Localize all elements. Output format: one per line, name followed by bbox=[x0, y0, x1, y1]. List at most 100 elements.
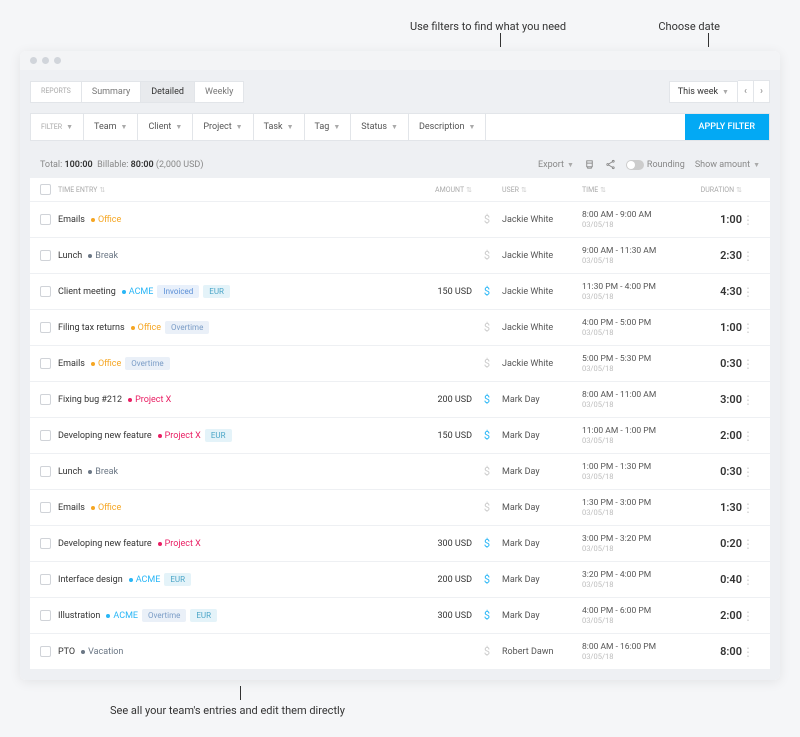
date-next-button[interactable]: › bbox=[754, 80, 770, 103]
duration-cell: 1:00 bbox=[682, 321, 742, 334]
billable-icon[interactable]: $ bbox=[484, 501, 490, 514]
billable-icon[interactable]: $ bbox=[484, 609, 490, 622]
filter-bar: FILTER▼ Team▼Client▼Project▼Task▼Tag▼Sta… bbox=[30, 113, 770, 141]
billable-icon[interactable]: $ bbox=[484, 393, 490, 406]
filter-status[interactable]: Status▼ bbox=[351, 114, 409, 140]
summary-bar: Total: 100:00 Billable: 80:00 (2,000 USD… bbox=[30, 151, 770, 178]
row-more-icon[interactable]: ⋮ bbox=[742, 249, 760, 263]
filter-description[interactable]: Description▼ bbox=[409, 114, 487, 140]
row-more-icon[interactable]: ⋮ bbox=[742, 573, 760, 587]
row-checkbox[interactable] bbox=[40, 646, 51, 657]
duration-cell: 4:30 bbox=[682, 285, 742, 298]
user-cell: Mark Day bbox=[502, 431, 582, 441]
filter-label[interactable]: FILTER▼ bbox=[31, 114, 84, 140]
row-more-icon[interactable]: ⋮ bbox=[742, 465, 760, 479]
select-all-checkbox[interactable] bbox=[40, 184, 51, 195]
tab-summary[interactable]: Summary bbox=[82, 82, 141, 102]
row-checkbox[interactable] bbox=[40, 322, 51, 333]
filter-client[interactable]: Client▼ bbox=[138, 114, 193, 140]
row-checkbox[interactable] bbox=[40, 394, 51, 405]
table-row[interactable]: IllustrationACMEOvertimeEUR300 USD$Mark … bbox=[30, 598, 770, 634]
show-amount-button[interactable]: Show amount▼ bbox=[695, 160, 760, 170]
project-tag: ACME bbox=[106, 611, 138, 621]
billable-icon[interactable]: $ bbox=[484, 285, 490, 298]
project-tag: ACME bbox=[129, 575, 161, 585]
table-row[interactable]: LunchBreak$Jackie White9:00 AM - 11:30 A… bbox=[30, 238, 770, 274]
filter-task[interactable]: Task▼ bbox=[254, 114, 305, 140]
filter-project[interactable]: Project▼ bbox=[193, 114, 253, 140]
rounding-toggle[interactable]: Rounding bbox=[626, 160, 685, 170]
billable-icon[interactable]: $ bbox=[484, 213, 490, 226]
time-range: 1:00 PM - 1:30 PM bbox=[582, 462, 682, 472]
entry-date: 03/05/18 bbox=[582, 256, 682, 265]
row-more-icon[interactable]: ⋮ bbox=[742, 357, 760, 371]
billable-icon[interactable]: $ bbox=[484, 429, 490, 442]
date-range-button[interactable]: This week▼ bbox=[669, 81, 738, 103]
row-checkbox[interactable] bbox=[40, 358, 51, 369]
row-checkbox[interactable] bbox=[40, 610, 51, 621]
duration-cell: 1:30 bbox=[682, 501, 742, 514]
row-checkbox[interactable] bbox=[40, 538, 51, 549]
project-tag: Project X bbox=[158, 539, 201, 549]
share-icon[interactable] bbox=[605, 159, 616, 170]
row-checkbox[interactable] bbox=[40, 286, 51, 297]
time-range: 4:00 PM - 6:00 PM bbox=[582, 606, 682, 616]
entry-title: Fixing bug #212 bbox=[58, 395, 122, 405]
entry-title: Developing new feature bbox=[58, 539, 152, 549]
table-row[interactable]: Developing new featureProject X300 USD$M… bbox=[30, 526, 770, 562]
row-checkbox[interactable] bbox=[40, 502, 51, 513]
table-row[interactable]: Fixing bug #212Project X200 USD$Mark Day… bbox=[30, 382, 770, 418]
billable-icon[interactable]: $ bbox=[484, 645, 490, 658]
entry-title: PTO bbox=[58, 647, 75, 657]
table-row[interactable]: EmailsOffice$Mark Day1:30 PM - 3:00 PM03… bbox=[30, 490, 770, 526]
entry-title: Interface design bbox=[58, 575, 123, 585]
row-more-icon[interactable]: ⋮ bbox=[742, 645, 760, 659]
time-range: 11:30 PM - 4:00 PM bbox=[582, 282, 682, 292]
tab-detailed[interactable]: Detailed bbox=[141, 82, 195, 102]
print-icon[interactable] bbox=[584, 159, 595, 170]
entry-title: Filing tax returns bbox=[58, 323, 125, 333]
table-row[interactable]: Developing new featureProject XEUR150 US… bbox=[30, 418, 770, 454]
row-more-icon[interactable]: ⋮ bbox=[742, 321, 760, 335]
entry-date: 03/05/18 bbox=[582, 364, 682, 373]
billable-icon[interactable]: $ bbox=[484, 573, 490, 586]
table-row[interactable]: Filing tax returnsOfficeOvertime$Jackie … bbox=[30, 310, 770, 346]
row-more-icon[interactable]: ⋮ bbox=[742, 429, 760, 443]
table-row[interactable]: EmailsOffice$Jackie White8:00 AM - 9:00 … bbox=[30, 202, 770, 238]
filter-team[interactable]: Team▼ bbox=[84, 114, 138, 140]
billable-icon[interactable]: $ bbox=[484, 465, 490, 478]
duration-cell: 2:00 bbox=[682, 429, 742, 442]
table-row[interactable]: PTOVacation$Robert Dawn8:00 AM - 16:00 P… bbox=[30, 634, 770, 670]
user-cell: Jackie White bbox=[502, 287, 582, 297]
row-more-icon[interactable]: ⋮ bbox=[742, 501, 760, 515]
entry-date: 03/05/18 bbox=[582, 616, 682, 625]
row-more-icon[interactable]: ⋮ bbox=[742, 537, 760, 551]
table-row[interactable]: Client meetingACMEInvoicedEUR150 USD$Jac… bbox=[30, 274, 770, 310]
row-checkbox[interactable] bbox=[40, 214, 51, 225]
billable-icon[interactable]: $ bbox=[484, 321, 490, 334]
amount-cell: 200 USD bbox=[402, 575, 472, 585]
billable-icon[interactable]: $ bbox=[484, 537, 490, 550]
table-row[interactable]: LunchBreak$Mark Day1:00 PM - 1:30 PM03/0… bbox=[30, 454, 770, 490]
time-range: 8:00 AM - 9:00 AM bbox=[582, 210, 682, 220]
filter-tag[interactable]: Tag▼ bbox=[305, 114, 352, 140]
export-button[interactable]: Export▼ bbox=[538, 160, 574, 170]
row-more-icon[interactable]: ⋮ bbox=[742, 609, 760, 623]
row-more-icon[interactable]: ⋮ bbox=[742, 213, 760, 227]
row-checkbox[interactable] bbox=[40, 250, 51, 261]
billable-icon[interactable]: $ bbox=[484, 249, 490, 262]
row-more-icon[interactable]: ⋮ bbox=[742, 393, 760, 407]
project-tag: Vacation bbox=[81, 647, 123, 657]
tab-weekly[interactable]: Weekly bbox=[195, 82, 243, 102]
row-more-icon[interactable]: ⋮ bbox=[742, 285, 760, 299]
table-row[interactable]: Interface designACMEEUR200 USD$Mark Day3… bbox=[30, 562, 770, 598]
row-checkbox[interactable] bbox=[40, 574, 51, 585]
row-checkbox[interactable] bbox=[40, 430, 51, 441]
table-row[interactable]: EmailsOfficeOvertime$Jackie White5:00 PM… bbox=[30, 346, 770, 382]
project-tag: Office bbox=[91, 359, 121, 369]
date-prev-button[interactable]: ‹ bbox=[738, 80, 754, 103]
time-range: 8:00 AM - 11:00 AM bbox=[582, 390, 682, 400]
billable-icon[interactable]: $ bbox=[484, 357, 490, 370]
row-checkbox[interactable] bbox=[40, 466, 51, 477]
apply-filter-button[interactable]: APPLY FILTER bbox=[685, 114, 769, 140]
